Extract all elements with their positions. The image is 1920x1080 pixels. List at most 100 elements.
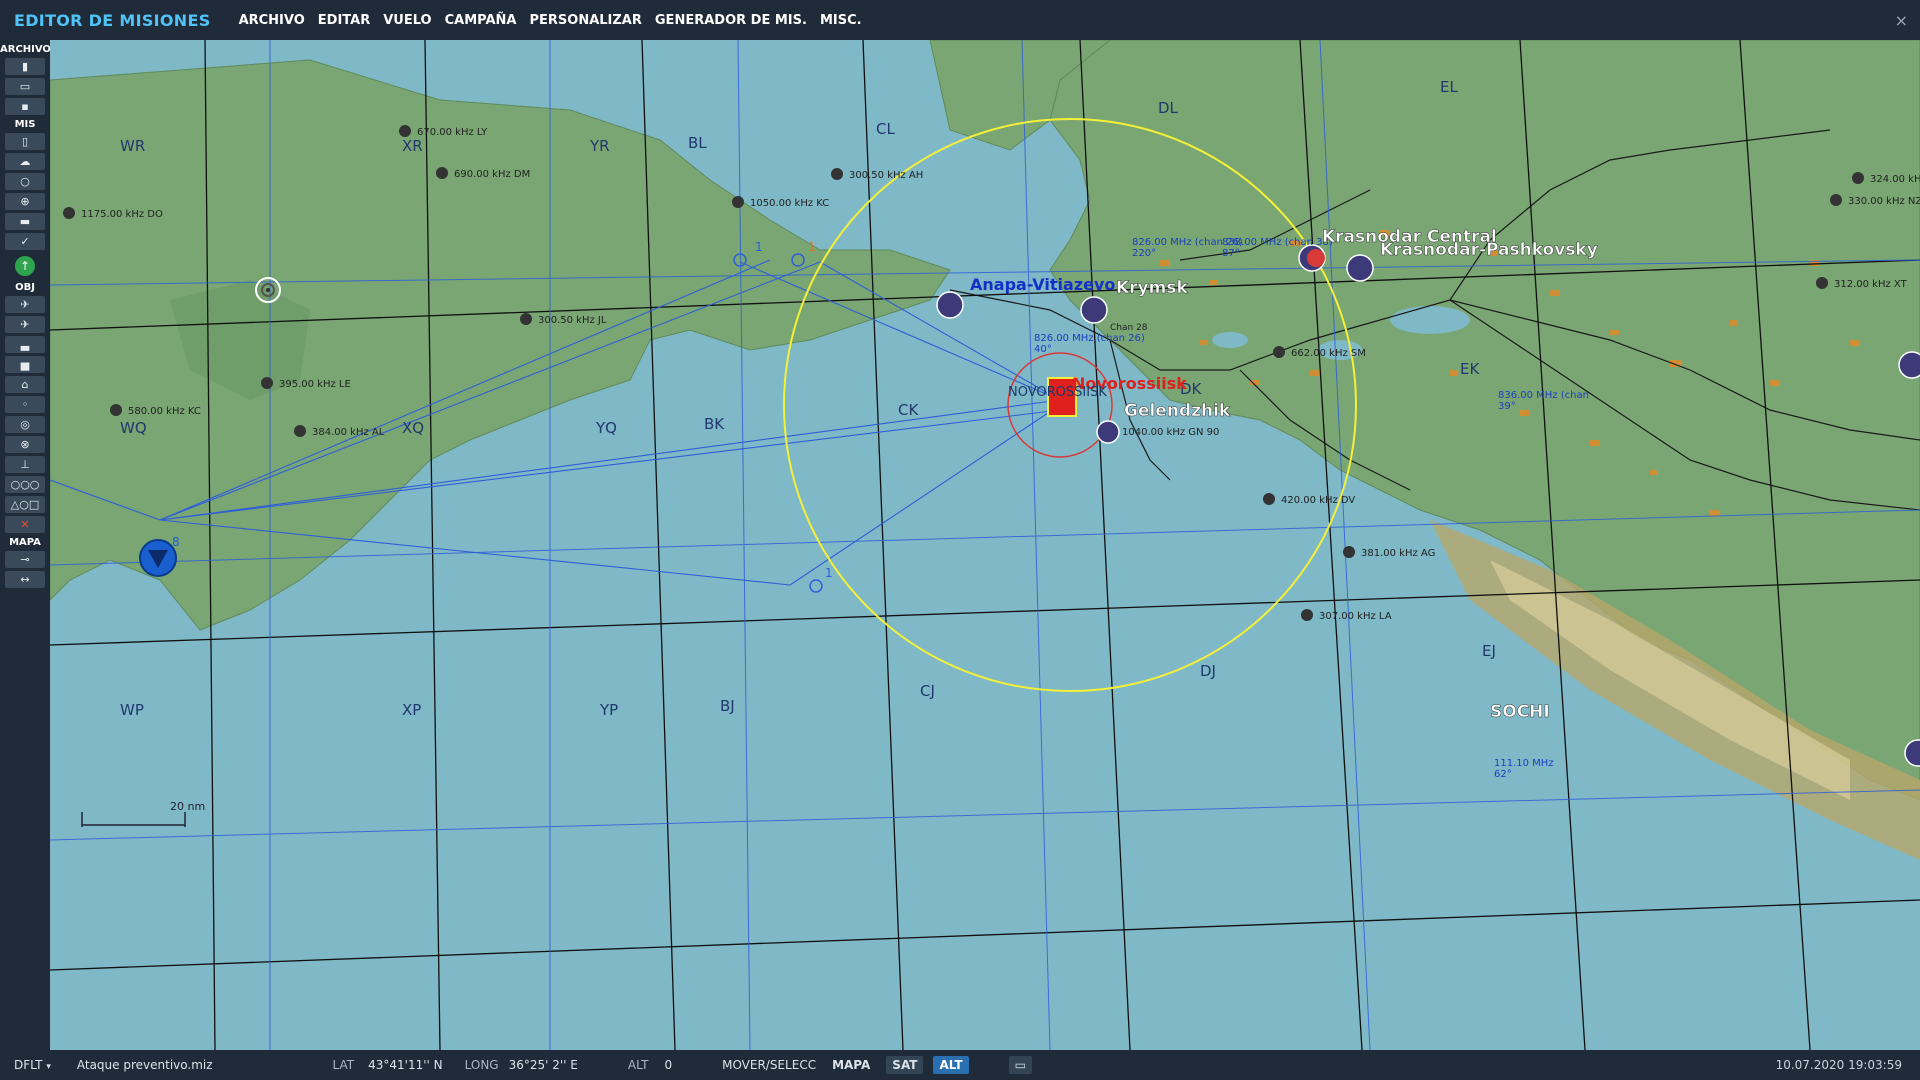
freq-label: 836.00 MHz (chan xyxy=(1498,390,1589,401)
grid-label: BJ xyxy=(720,697,735,715)
beacon-label: 395.00 kHz LE xyxy=(279,379,351,390)
city-label-sochi: SOCHI xyxy=(1490,702,1550,722)
grid-label: XQ xyxy=(402,419,424,437)
grid-label: EK xyxy=(1460,360,1480,378)
mission-map[interactable]: 1 1 1 1 8 WR XR YR BL xyxy=(50,40,1920,1050)
up-arrow-icon: ↑ xyxy=(19,259,31,273)
beacon-label: 312.00 kHz XT xyxy=(1834,279,1908,290)
add-static-button[interactable]: ⌂ xyxy=(5,376,45,393)
alt-value: 0 xyxy=(664,1058,673,1072)
map-mode-sat[interactable]: SAT xyxy=(886,1056,924,1074)
measure-button[interactable]: ↔ xyxy=(5,571,45,588)
menu-archivo[interactable]: ARCHIVO xyxy=(239,13,305,28)
beacon-label: 690.00 kHz DM xyxy=(454,169,530,180)
close-icon[interactable]: × xyxy=(1895,11,1908,30)
menu-campana[interactable]: CAMPAÑA xyxy=(445,13,517,28)
vehicle-icon: ▅ xyxy=(20,358,30,371)
grid-label: XP xyxy=(402,701,421,719)
airfield-icon xyxy=(936,291,964,319)
delete-icon: ✕ xyxy=(20,518,30,531)
menu-editar[interactable]: EDITAR xyxy=(318,13,370,28)
add-target-button[interactable]: ◎ xyxy=(5,416,45,433)
menu-misc[interactable]: MISC. xyxy=(820,13,862,28)
delete-button[interactable]: ✕ xyxy=(5,516,45,533)
ruler-icon: ⊸ xyxy=(20,553,30,566)
add-zone-button[interactable]: ⊗ xyxy=(5,436,45,453)
scale-label: 20 nm xyxy=(170,800,205,813)
waypoint-number: 8 xyxy=(172,535,180,549)
waypoint-dot-icon: ◦ xyxy=(21,398,29,411)
mapa-label: MAPA xyxy=(9,537,41,548)
heading-label: 220° xyxy=(1132,248,1156,259)
target-circle-icon: ◎ xyxy=(20,418,30,431)
beacon-label: 330.00 kHz NZ xyxy=(1848,196,1920,207)
ship-icon: ▃ xyxy=(20,338,30,351)
grid-label: XR xyxy=(402,137,423,155)
plane-icon: ✈ xyxy=(20,298,30,311)
new-file-button[interactable]: ▮ xyxy=(5,58,45,75)
up-button[interactable]: ↑ xyxy=(15,256,35,276)
weather-icon: ☁ xyxy=(19,155,31,168)
target-tool-button[interactable]: ⊕ xyxy=(5,193,45,210)
trigger-button[interactable]: ▬ xyxy=(5,213,45,230)
airfield-icon xyxy=(1080,296,1108,324)
grid-label: WR xyxy=(120,137,145,155)
shapes-icon: △○□ xyxy=(10,498,40,511)
map-mode-alt[interactable]: ALT xyxy=(933,1056,969,1074)
file-name: Ataque preventivo.miz xyxy=(76,1058,213,1072)
add-carrier-button[interactable]: ⊥ xyxy=(5,456,45,473)
obj-label: OBJ xyxy=(15,282,35,293)
waypoint-tool-button[interactable]: ○ xyxy=(5,173,45,190)
grid-label: CL xyxy=(876,120,895,138)
add-helicopter-button[interactable]: ✈ xyxy=(5,316,45,333)
briefing-button[interactable]: ▯ xyxy=(5,133,45,150)
airfield-label-gelendzhik: Gelendzhik xyxy=(1124,401,1231,421)
airfield-icon xyxy=(1898,351,1920,379)
save-button[interactable]: ▪ xyxy=(5,98,45,115)
airfield-label-anapa: Anapa-Vitiazevo xyxy=(970,275,1115,294)
app-title: EDITOR DE MISIONES xyxy=(14,10,211,30)
add-formation-button[interactable]: ○○○ xyxy=(5,476,45,493)
beacon-label: 670.00 kHz LY xyxy=(417,127,488,138)
grid-label: CJ xyxy=(920,682,935,700)
map-mode-mapa[interactable]: MAPA xyxy=(826,1056,876,1074)
add-plane-button[interactable]: ✈ xyxy=(5,296,45,313)
menu-generador[interactable]: GENERADOR DE MIS. xyxy=(655,13,807,28)
beacon-label: 1040.00 kHz GN 90 xyxy=(1122,427,1219,438)
menu-vuelo[interactable]: VUELO xyxy=(383,13,431,28)
freq-label: 826.00 MHz (chan 26) xyxy=(1034,333,1145,344)
menu-personalizar[interactable]: PERSONALIZAR xyxy=(529,13,641,28)
check-button[interactable]: ✓ xyxy=(5,233,45,250)
datetime: 10.07.2020 19:03:59 xyxy=(1775,1058,1902,1072)
airfield-icon xyxy=(1096,420,1120,444)
heading-label: 62° xyxy=(1494,769,1512,780)
waypoint-icon: ○ xyxy=(20,175,30,188)
grid-label: CK xyxy=(898,401,919,419)
add-ship-button[interactable]: ▃ xyxy=(5,336,45,353)
weather-button[interactable]: ☁ xyxy=(5,153,45,170)
measure-icon: ↔ xyxy=(20,573,30,586)
map-view-icon[interactable]: ▭ xyxy=(1008,1056,1032,1074)
ruler-button[interactable]: ⊸ xyxy=(5,551,45,568)
beacon-label: 580.00 kHz KC xyxy=(128,406,201,417)
add-waypoint-button[interactable]: ◦ xyxy=(5,396,45,413)
open-button[interactable]: ▭ xyxy=(5,78,45,95)
profile-dropdown[interactable]: DFLT ▾ xyxy=(14,1058,51,1072)
add-shapes-button[interactable]: △○□ xyxy=(5,496,45,513)
airfield-icon-red xyxy=(1307,249,1325,267)
chevron-down-icon: ▾ xyxy=(46,1062,51,1072)
waypoint-number: 1 xyxy=(755,240,763,254)
long-value: 36°25' 2'' E xyxy=(508,1058,578,1072)
alt-label: ALT xyxy=(627,1058,649,1072)
waypoint-number: 1 xyxy=(808,240,816,254)
triple-circle-icon: ○○○ xyxy=(10,478,40,491)
beacon-label: 420.00 kHz DV xyxy=(1281,495,1355,506)
heading-label: 39° xyxy=(1498,401,1516,412)
add-vehicle-button[interactable]: ▅ xyxy=(5,356,45,373)
beacon-label: 300.50 kHz JL xyxy=(538,315,607,326)
profile-value: DFLT xyxy=(14,1058,43,1072)
lat-value: 43°41'11'' N xyxy=(368,1058,443,1072)
freq-label: 838.00 MHz (chan 38) xyxy=(1222,237,1333,248)
beacon-label: 1050.00 kHz KC xyxy=(750,198,829,209)
beacon-label: 384.00 kHz AL xyxy=(312,427,385,438)
